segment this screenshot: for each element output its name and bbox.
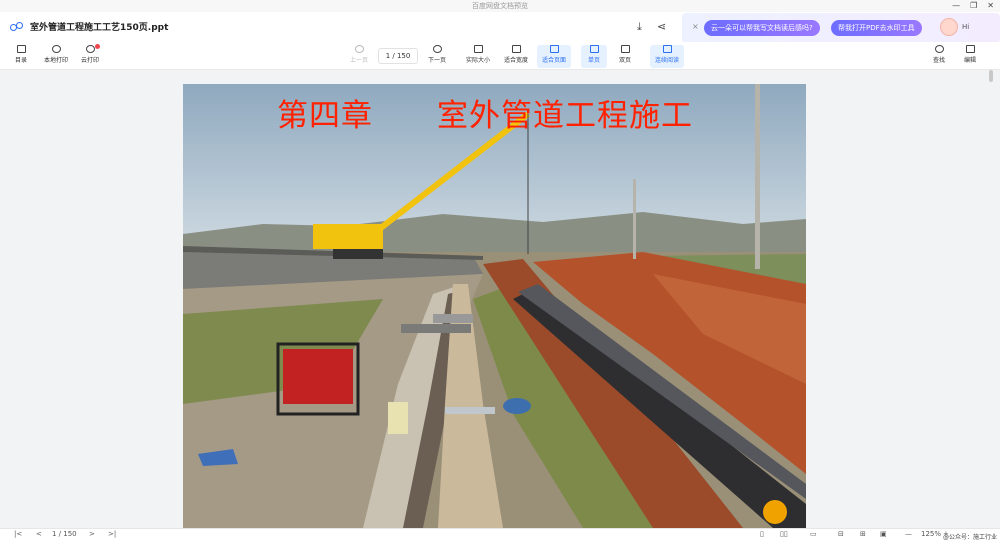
- local-print-button[interactable]: 本地打印: [39, 45, 73, 64]
- download-icon[interactable]: ⤓: [637, 20, 642, 34]
- single-page-view-icon[interactable]: ▯: [760, 530, 764, 538]
- cloud-print-badge: [95, 44, 100, 49]
- actual-size-icon: [473, 45, 483, 53]
- status-prev-page-button[interactable]: <: [36, 530, 42, 538]
- search-icon: [934, 45, 944, 53]
- ai-greeting: Hi: [962, 23, 970, 31]
- fit-page-button[interactable]: 适合页面: [537, 45, 571, 68]
- toc-icon: [16, 45, 26, 53]
- toc-button[interactable]: 目录: [4, 45, 38, 64]
- prev-page-button[interactable]: 上一页: [342, 45, 376, 64]
- window-titlebar: 百度网盘文档预览: [0, 0, 1000, 12]
- fit-width-icon: [511, 45, 521, 53]
- scrollbar-thumb[interactable]: [989, 70, 993, 82]
- slide-title: 第四章 室外管道工程施工: [277, 98, 693, 134]
- single-page-icon: [589, 45, 599, 53]
- vertical-scrollbar[interactable]: [986, 70, 1000, 530]
- search-button[interactable]: 查找: [922, 45, 956, 64]
- cloud-printer-icon: [85, 45, 95, 53]
- construction-site-photo: [183, 84, 806, 528]
- share-icon[interactable]: ⋖: [657, 20, 666, 33]
- page-number-input[interactable]: 1 / 150: [378, 48, 418, 64]
- cloud-print-button[interactable]: 云打印: [73, 45, 107, 64]
- ai-prompt-pdf-watermark[interactable]: 帮我打开PDF去水印工具: [831, 20, 922, 36]
- continuous-read-button[interactable]: 连续阅读: [650, 45, 684, 68]
- fit-width-button[interactable]: 适合宽度: [499, 45, 533, 64]
- restore-button[interactable]: ❐: [970, 0, 977, 12]
- status-page-indicator[interactable]: 1 / 150: [52, 530, 77, 538]
- status-bar: |< < 1 / 150 > >| ▯ ▯▯ ▭ ⊟ ⊞ ▣ — 125% + …: [0, 528, 1000, 541]
- single-page-button[interactable]: 单页: [581, 45, 607, 68]
- file-name: 室外管道工程施工工艺150页.ppt: [30, 23, 169, 33]
- double-page-icon: [620, 45, 630, 53]
- fit-page-view-icon[interactable]: ⊞: [860, 530, 866, 538]
- next-page-button[interactable]: 下一页: [420, 45, 454, 64]
- zoom-out-button[interactable]: —: [905, 530, 912, 538]
- baidu-netdisk-logo-icon: [10, 21, 24, 32]
- pencil-icon: [965, 45, 975, 53]
- arrow-up-icon: [354, 45, 364, 53]
- fit-page-icon: [549, 45, 559, 53]
- ai-assistant-avatar[interactable]: [940, 18, 958, 36]
- watermark-text: @公众号：施工行业: [943, 534, 998, 541]
- first-page-button[interactable]: |<: [14, 530, 22, 538]
- edit-button[interactable]: 编辑: [953, 45, 987, 64]
- printer-icon: [51, 45, 61, 53]
- double-page-button[interactable]: 双页: [611, 45, 639, 64]
- fit-width-view-icon[interactable]: ⊟: [838, 530, 844, 538]
- double-page-view-icon[interactable]: ▯▯: [780, 530, 788, 538]
- ai-prompt-write-review[interactable]: 云一朵可以帮我写文档读后感吗?: [704, 20, 820, 36]
- minimize-button[interactable]: —: [952, 0, 960, 12]
- viewer-toolbar: 目录 本地打印 云打印 上一页 下一页 实际大小 适合宽度 适合页面 单页 双页…: [0, 42, 1000, 70]
- window-controls: — ❐ ✕: [952, 0, 994, 12]
- arrow-down-icon: [432, 45, 442, 53]
- slide-page: 第四章 室外管道工程施工: [183, 84, 806, 528]
- status-next-page-button[interactable]: >: [89, 530, 95, 538]
- zoom-level[interactable]: 125%: [921, 530, 941, 538]
- scroll-view-icon[interactable]: ▭: [810, 530, 817, 538]
- last-page-button[interactable]: >|: [108, 530, 116, 538]
- continuous-read-icon: [662, 45, 672, 53]
- actual-size-button[interactable]: 实际大小: [461, 45, 495, 64]
- window-title: 百度网盘文档预览: [472, 2, 528, 10]
- close-window-button[interactable]: ✕: [987, 0, 994, 12]
- continuous-view-icon[interactable]: ▣: [880, 530, 887, 538]
- file-title: 室外管道工程施工工艺150页.ppt: [10, 20, 168, 33]
- ai-bar-close-button[interactable]: ×: [692, 22, 699, 31]
